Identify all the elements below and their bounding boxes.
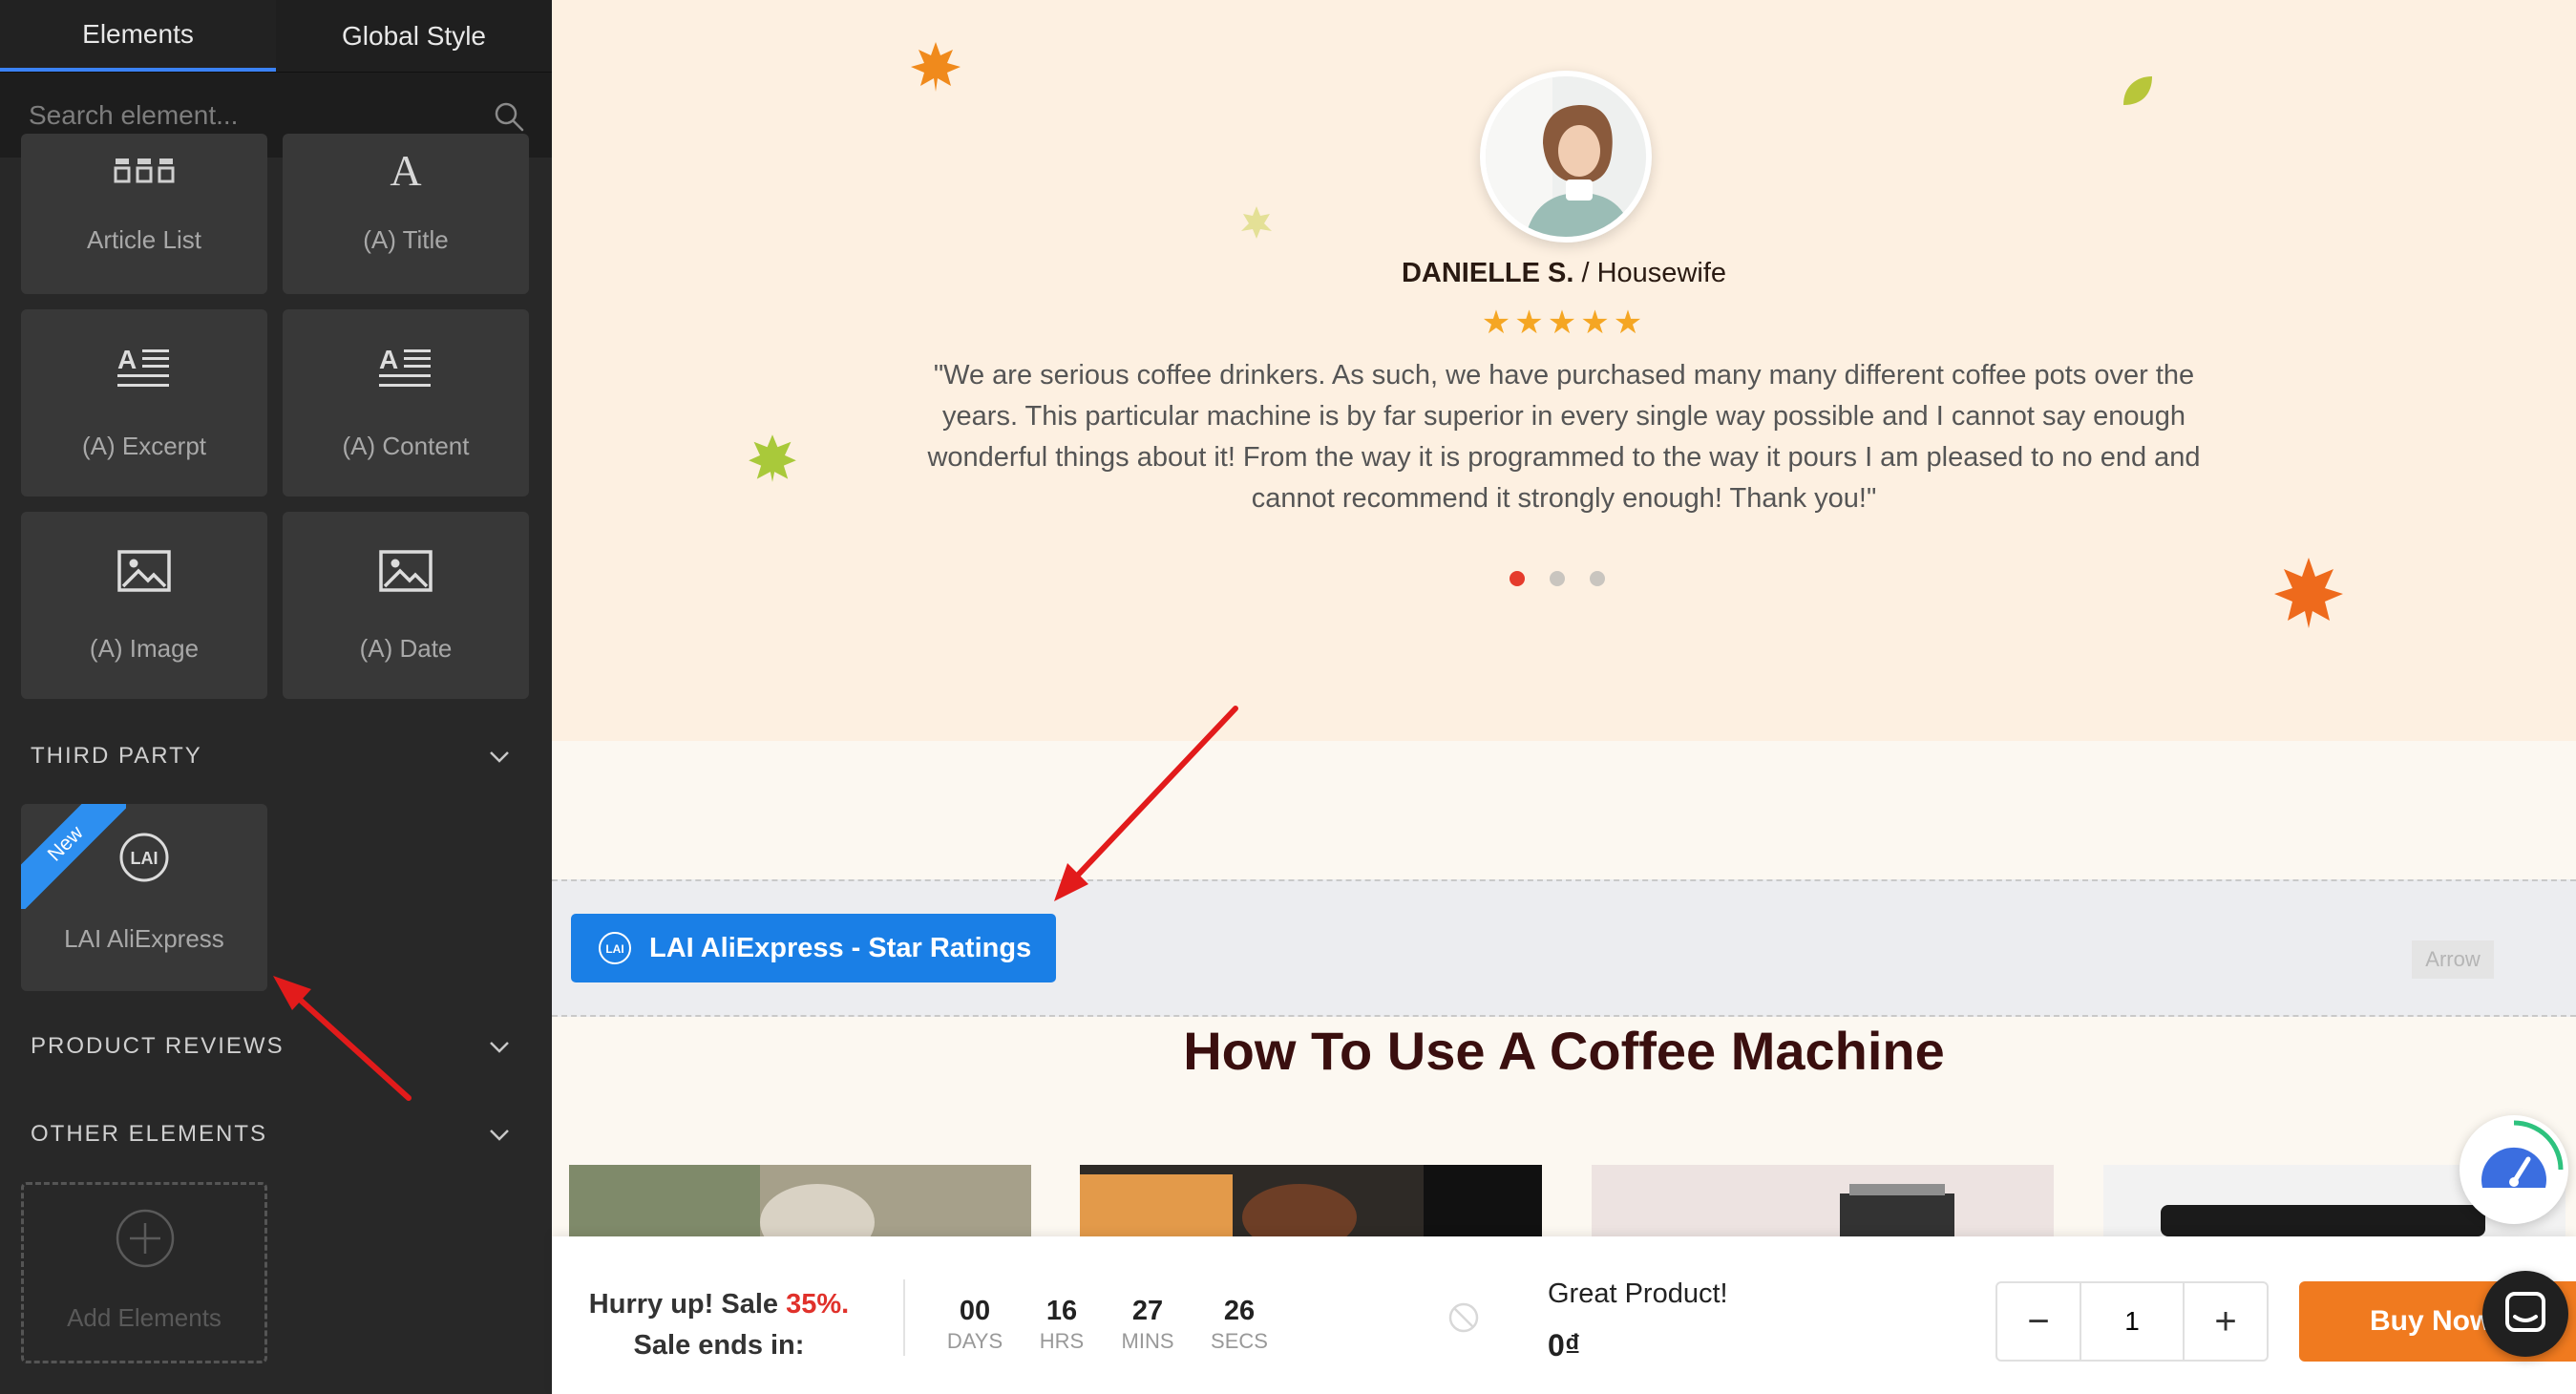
maple-leaf-icon — [911, 42, 961, 92]
chevron-down-icon — [490, 1042, 509, 1053]
tile-title[interactable]: A (A) Title — [283, 134, 529, 294]
reviewer-name: DANIELLE S. / Housewife — [1401, 258, 1727, 288]
sidebar-tabs: Elements Global Style — [0, 0, 552, 72]
sticky-add-to-cart: Hurry up! Sale 35%. Sale ends in: 00 DAYS… — [552, 1236, 2576, 1394]
tile-label: (A) Image — [89, 634, 200, 663]
product-price: 0₫ — [1548, 1328, 1581, 1362]
carousel-dot[interactable] — [1550, 571, 1565, 586]
chevron-down-icon — [490, 1130, 509, 1141]
increment-button[interactable]: + — [2185, 1283, 2267, 1360]
section-other-elements[interactable]: OTHER ELEMENTS — [0, 1106, 552, 1163]
countdown-seconds: 26 SECS — [1211, 1296, 1268, 1353]
speedometer-icon — [2481, 1120, 2564, 1188]
carousel-dot[interactable] — [1590, 571, 1605, 586]
testimonial-section: DANIELLE S. / Housewife ★★★★★ "We are se… — [552, 0, 2576, 741]
leaf-icon — [1241, 206, 1272, 239]
divider — [903, 1279, 905, 1356]
svg-text:A: A — [379, 345, 398, 374]
page-speed-widget[interactable] — [2460, 1115, 2568, 1224]
quantity-stepper: − + — [1995, 1281, 2269, 1362]
person-photo — [1486, 76, 1646, 237]
elements-sidebar: Elements Global Style Article List A (A)… — [0, 0, 552, 1394]
how-to-image — [1080, 1165, 1542, 1236]
how-to-image — [569, 1165, 1031, 1236]
carousel-dot[interactable] — [1510, 571, 1525, 586]
countdown-days: 00 DAYS — [946, 1296, 1003, 1353]
sale-message: Hurry up! Sale 35%. Sale ends in: — [588, 1289, 850, 1361]
section-heading: How To Use A Coffee Machine — [1183, 1021, 1945, 1081]
tile-content[interactable]: A (A) Content — [283, 309, 529, 496]
carousel-dots — [545, 571, 2569, 586]
no-image-icon — [1448, 1302, 1479, 1333]
chat-icon — [2505, 1292, 2545, 1332]
tile-label: (A) Date — [359, 634, 453, 663]
chat-widget-button[interactable] — [2482, 1271, 2568, 1357]
lai-star-ratings-button[interactable]: LAI LAI AliExpress - Star Ratings — [571, 914, 1056, 982]
testimonial-quote: "We are serious coffee drinkers. As such… — [927, 360, 2201, 514]
new-badge: New — [21, 804, 126, 909]
svg-text:A: A — [117, 345, 137, 374]
tile-excerpt[interactable]: A (A) Excerpt — [21, 309, 267, 496]
how-to-image — [1592, 1165, 2054, 1236]
lai-logo-icon: LAI — [599, 932, 631, 964]
lai-app-block[interactable]: LAI LAI AliExpress - Star Ratings Arrow — [552, 879, 2576, 1017]
maple-leaf-icon — [2274, 558, 2343, 628]
tile-image[interactable]: (A) Image — [21, 512, 267, 699]
section-product-reviews[interactable]: PRODUCT REVIEWS — [0, 1018, 552, 1075]
svg-text:LAI: LAI — [131, 849, 158, 868]
content-icon: A — [379, 345, 431, 387]
tile-label: LAI AliExpress — [64, 924, 224, 953]
plus-circle-icon — [116, 1209, 175, 1268]
countdown-hours: 16 HRS — [1039, 1296, 1085, 1353]
article-list-icon — [114, 158, 175, 183]
countdown-minutes: 27 MINS — [1121, 1296, 1174, 1353]
tile-article-list[interactable]: Article List — [21, 134, 267, 294]
svg-text:LAI: LAI — [605, 942, 623, 956]
svg-text:A: A — [390, 147, 421, 193]
tile-date[interactable]: (A) Date — [283, 512, 529, 699]
leaf-icon — [749, 434, 796, 482]
add-elements-label: Add Elements — [67, 1303, 222, 1332]
tab-global-style[interactable]: Global Style — [276, 0, 552, 72]
tile-label: (A) Excerpt — [81, 432, 207, 460]
tile-label: (A) Content — [342, 432, 470, 460]
decrement-button[interactable]: − — [1997, 1283, 2080, 1360]
tab-elements[interactable]: Elements — [0, 0, 276, 72]
star-rating: ★★★★★ — [1481, 305, 1647, 341]
tile-lai-aliexpress[interactable]: New LAI LAI AliExpress — [21, 804, 267, 991]
search-icon[interactable] — [492, 99, 526, 134]
image-icon — [117, 550, 171, 592]
avatar — [1480, 71, 1652, 243]
section-title: THIRD PARTY — [31, 743, 202, 769]
arrow-tag: Arrow — [2412, 940, 2494, 979]
chevron-down-icon — [490, 751, 509, 763]
tile-label: Article List — [87, 225, 201, 254]
excerpt-icon: A — [117, 345, 169, 387]
image-icon — [379, 550, 433, 592]
spacer-section — [552, 741, 2576, 879]
lai-logo-icon: LAI — [119, 833, 169, 882]
leaf-icon — [2123, 76, 2152, 105]
section-third-party[interactable]: THIRD PARTY — [0, 728, 552, 785]
tile-label: (A) Title — [363, 225, 449, 254]
title-icon: A — [390, 147, 421, 193]
section-title: OTHER ELEMENTS — [31, 1121, 268, 1147]
section-title: PRODUCT REVIEWS — [31, 1033, 285, 1059]
how-to-section: How To Use A Coffee Machine — [552, 1017, 2576, 1236]
add-elements-button[interactable]: Add Elements — [21, 1182, 267, 1363]
quantity-input[interactable] — [2080, 1283, 2185, 1360]
product-name: Great Product! — [1548, 1278, 1728, 1309]
